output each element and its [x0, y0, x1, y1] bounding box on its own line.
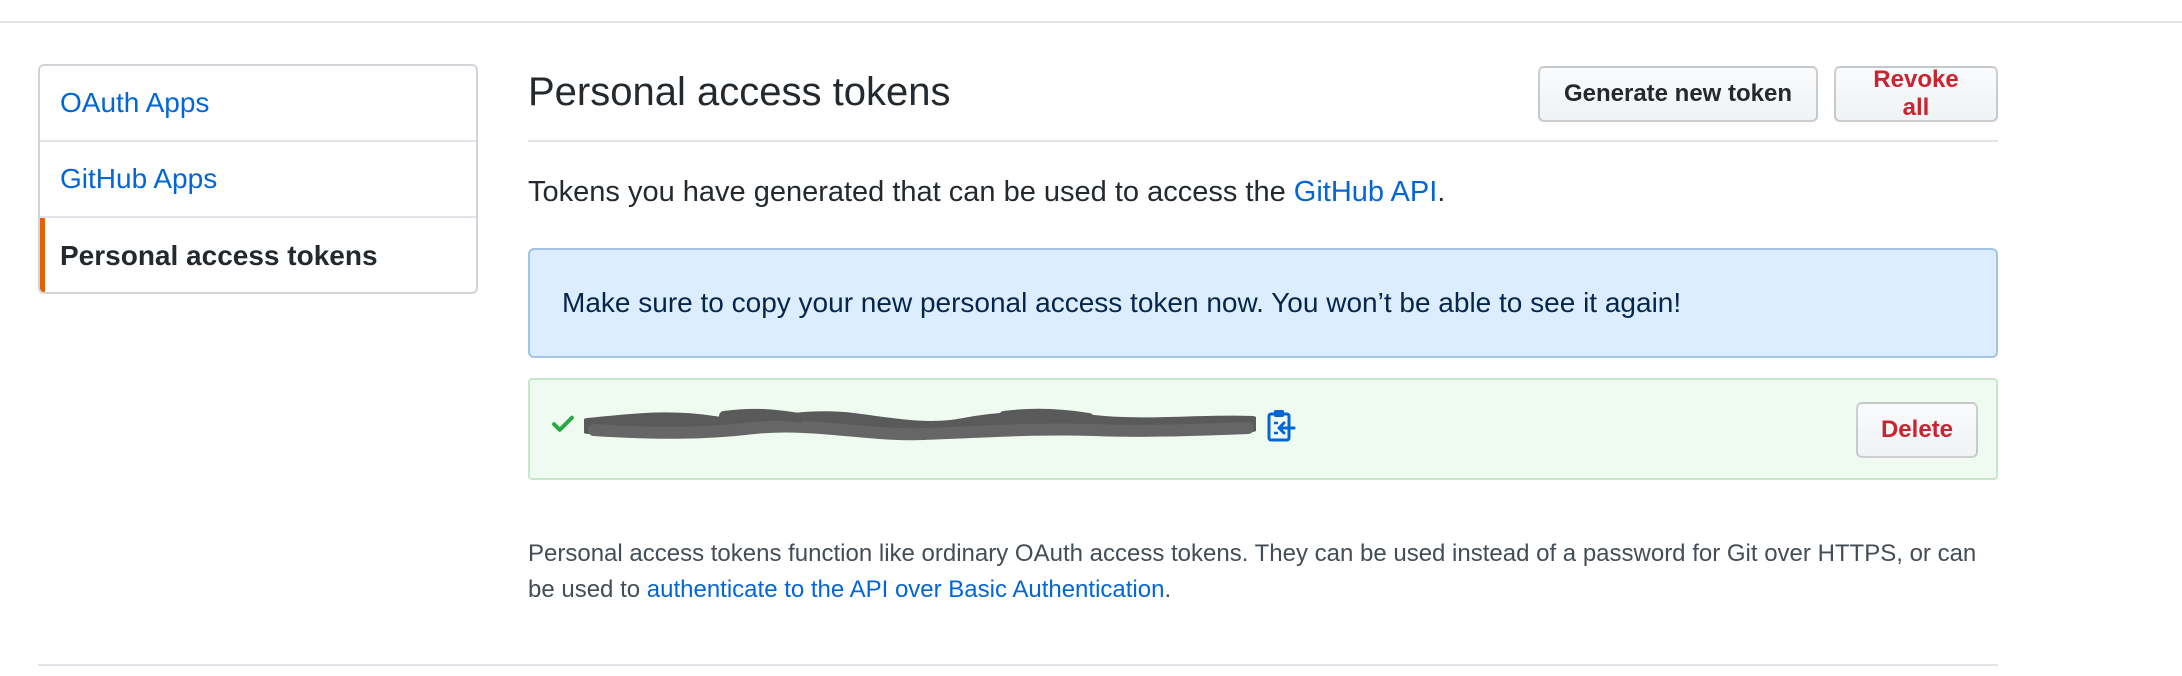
page-title: Personal access tokens [528, 70, 951, 114]
intro-text-body: Tokens you have generated that can be us… [528, 176, 1294, 208]
copy-token-warning: Make sure to copy your new personal acce… [528, 248, 1998, 358]
token-redaction [584, 408, 1256, 441]
clippy-icon[interactable] [1266, 408, 1296, 444]
sidebar-item-label: GitHub Apps [60, 163, 218, 194]
sidebar-item-label: OAuth Apps [60, 87, 210, 118]
basic-auth-link[interactable]: authenticate to the API over Basic Authe… [647, 576, 1165, 603]
token-help-suffix: . [1164, 576, 1172, 603]
delete-token-button[interactable]: Delete [1856, 402, 1978, 458]
sidebar-item-github-apps[interactable]: GitHub Apps [40, 142, 476, 218]
header-divider [0, 21, 2182, 23]
check-icon [552, 415, 574, 432]
sidebar-item-label: Personal access tokens [60, 240, 378, 271]
sidebar-item-personal-access-tokens[interactable]: Personal access tokens [40, 218, 476, 292]
intro-text: Tokens you have generated that can be us… [528, 176, 1445, 209]
new-token-row: Delete [528, 378, 1998, 480]
intro-text-suffix: . [1437, 176, 1446, 208]
footer-divider [38, 664, 1998, 666]
revoke-all-button[interactable]: Revoke all [1834, 66, 1998, 122]
sidebar-item-oauth-apps[interactable]: OAuth Apps [40, 66, 476, 142]
token-help-note: Personal access tokens function like ord… [528, 536, 2008, 608]
copy-token-warning-text: Make sure to copy your new personal acce… [562, 287, 1682, 318]
page-header: Personal access tokens Generate new toke… [528, 64, 1998, 142]
developer-settings-sidebar: OAuth Apps GitHub Apps Personal access t… [38, 64, 478, 294]
github-api-link[interactable]: GitHub API [1294, 176, 1437, 208]
main-content: Personal access tokens Generate new toke… [528, 64, 1998, 603]
generate-new-token-button[interactable]: Generate new token [1538, 66, 1818, 122]
